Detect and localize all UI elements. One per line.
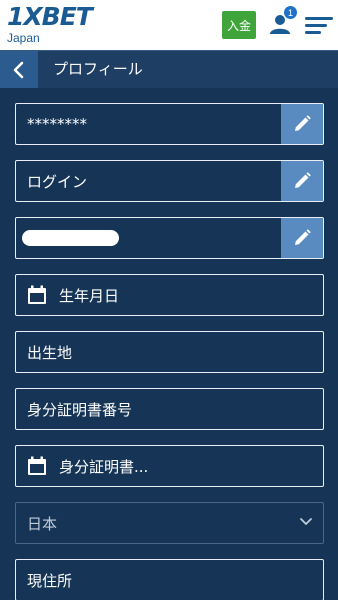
edit-masked-button[interactable]	[281, 218, 323, 258]
country-value: 日本	[27, 514, 58, 533]
pencil-icon	[295, 229, 311, 245]
login-value: ログイン	[27, 172, 88, 191]
masked-value	[22, 230, 119, 246]
edit-password-button[interactable]	[281, 104, 323, 144]
pencil-icon	[295, 115, 311, 131]
calendar-icon	[28, 285, 46, 304]
id-number-placeholder: 身分証明書番号	[27, 400, 133, 419]
country-select[interactable]: 日本	[15, 502, 324, 544]
region-label: Japan	[7, 31, 40, 45]
birthplace-field[interactable]: 出生地	[15, 331, 324, 373]
back-button[interactable]	[0, 51, 38, 88]
address-field[interactable]: 現住所	[15, 559, 324, 600]
pencil-icon	[295, 172, 311, 188]
chevron-left-icon	[13, 61, 24, 78]
deposit-button[interactable]: 入金	[222, 11, 256, 39]
password-value: ********	[27, 115, 87, 133]
notification-badge: 1	[284, 6, 297, 19]
masked-field[interactable]	[15, 217, 324, 259]
id-date-field[interactable]: 身分証明書...	[15, 445, 324, 487]
edit-login-button[interactable]	[281, 161, 323, 201]
chevron-down-icon	[300, 518, 312, 525]
profile-form: ******** ログイン 生年月日 出生地 身分証明書番号 身分証明書... …	[0, 88, 338, 600]
menu-icon[interactable]	[305, 15, 333, 37]
id-number-field[interactable]: 身分証明書番号	[15, 388, 324, 430]
brand-logo[interactable]: 1XBET	[7, 2, 93, 32]
birthplace-placeholder: 出生地	[27, 343, 73, 362]
birth-date-placeholder: 生年月日	[59, 286, 120, 305]
address-placeholder: 現住所	[27, 571, 73, 590]
calendar-icon	[28, 456, 46, 475]
page-titlebar: プロフィール	[0, 50, 338, 88]
birth-date-field[interactable]: 生年月日	[15, 274, 324, 316]
id-date-placeholder: 身分証明書...	[59, 457, 149, 476]
page-title: プロフィール	[53, 60, 143, 78]
account-button[interactable]: 1	[269, 6, 297, 37]
login-field[interactable]: ログイン	[15, 160, 324, 202]
app-header: 1XBET Japan 入金 1	[0, 0, 338, 50]
password-field[interactable]: ********	[15, 103, 324, 145]
